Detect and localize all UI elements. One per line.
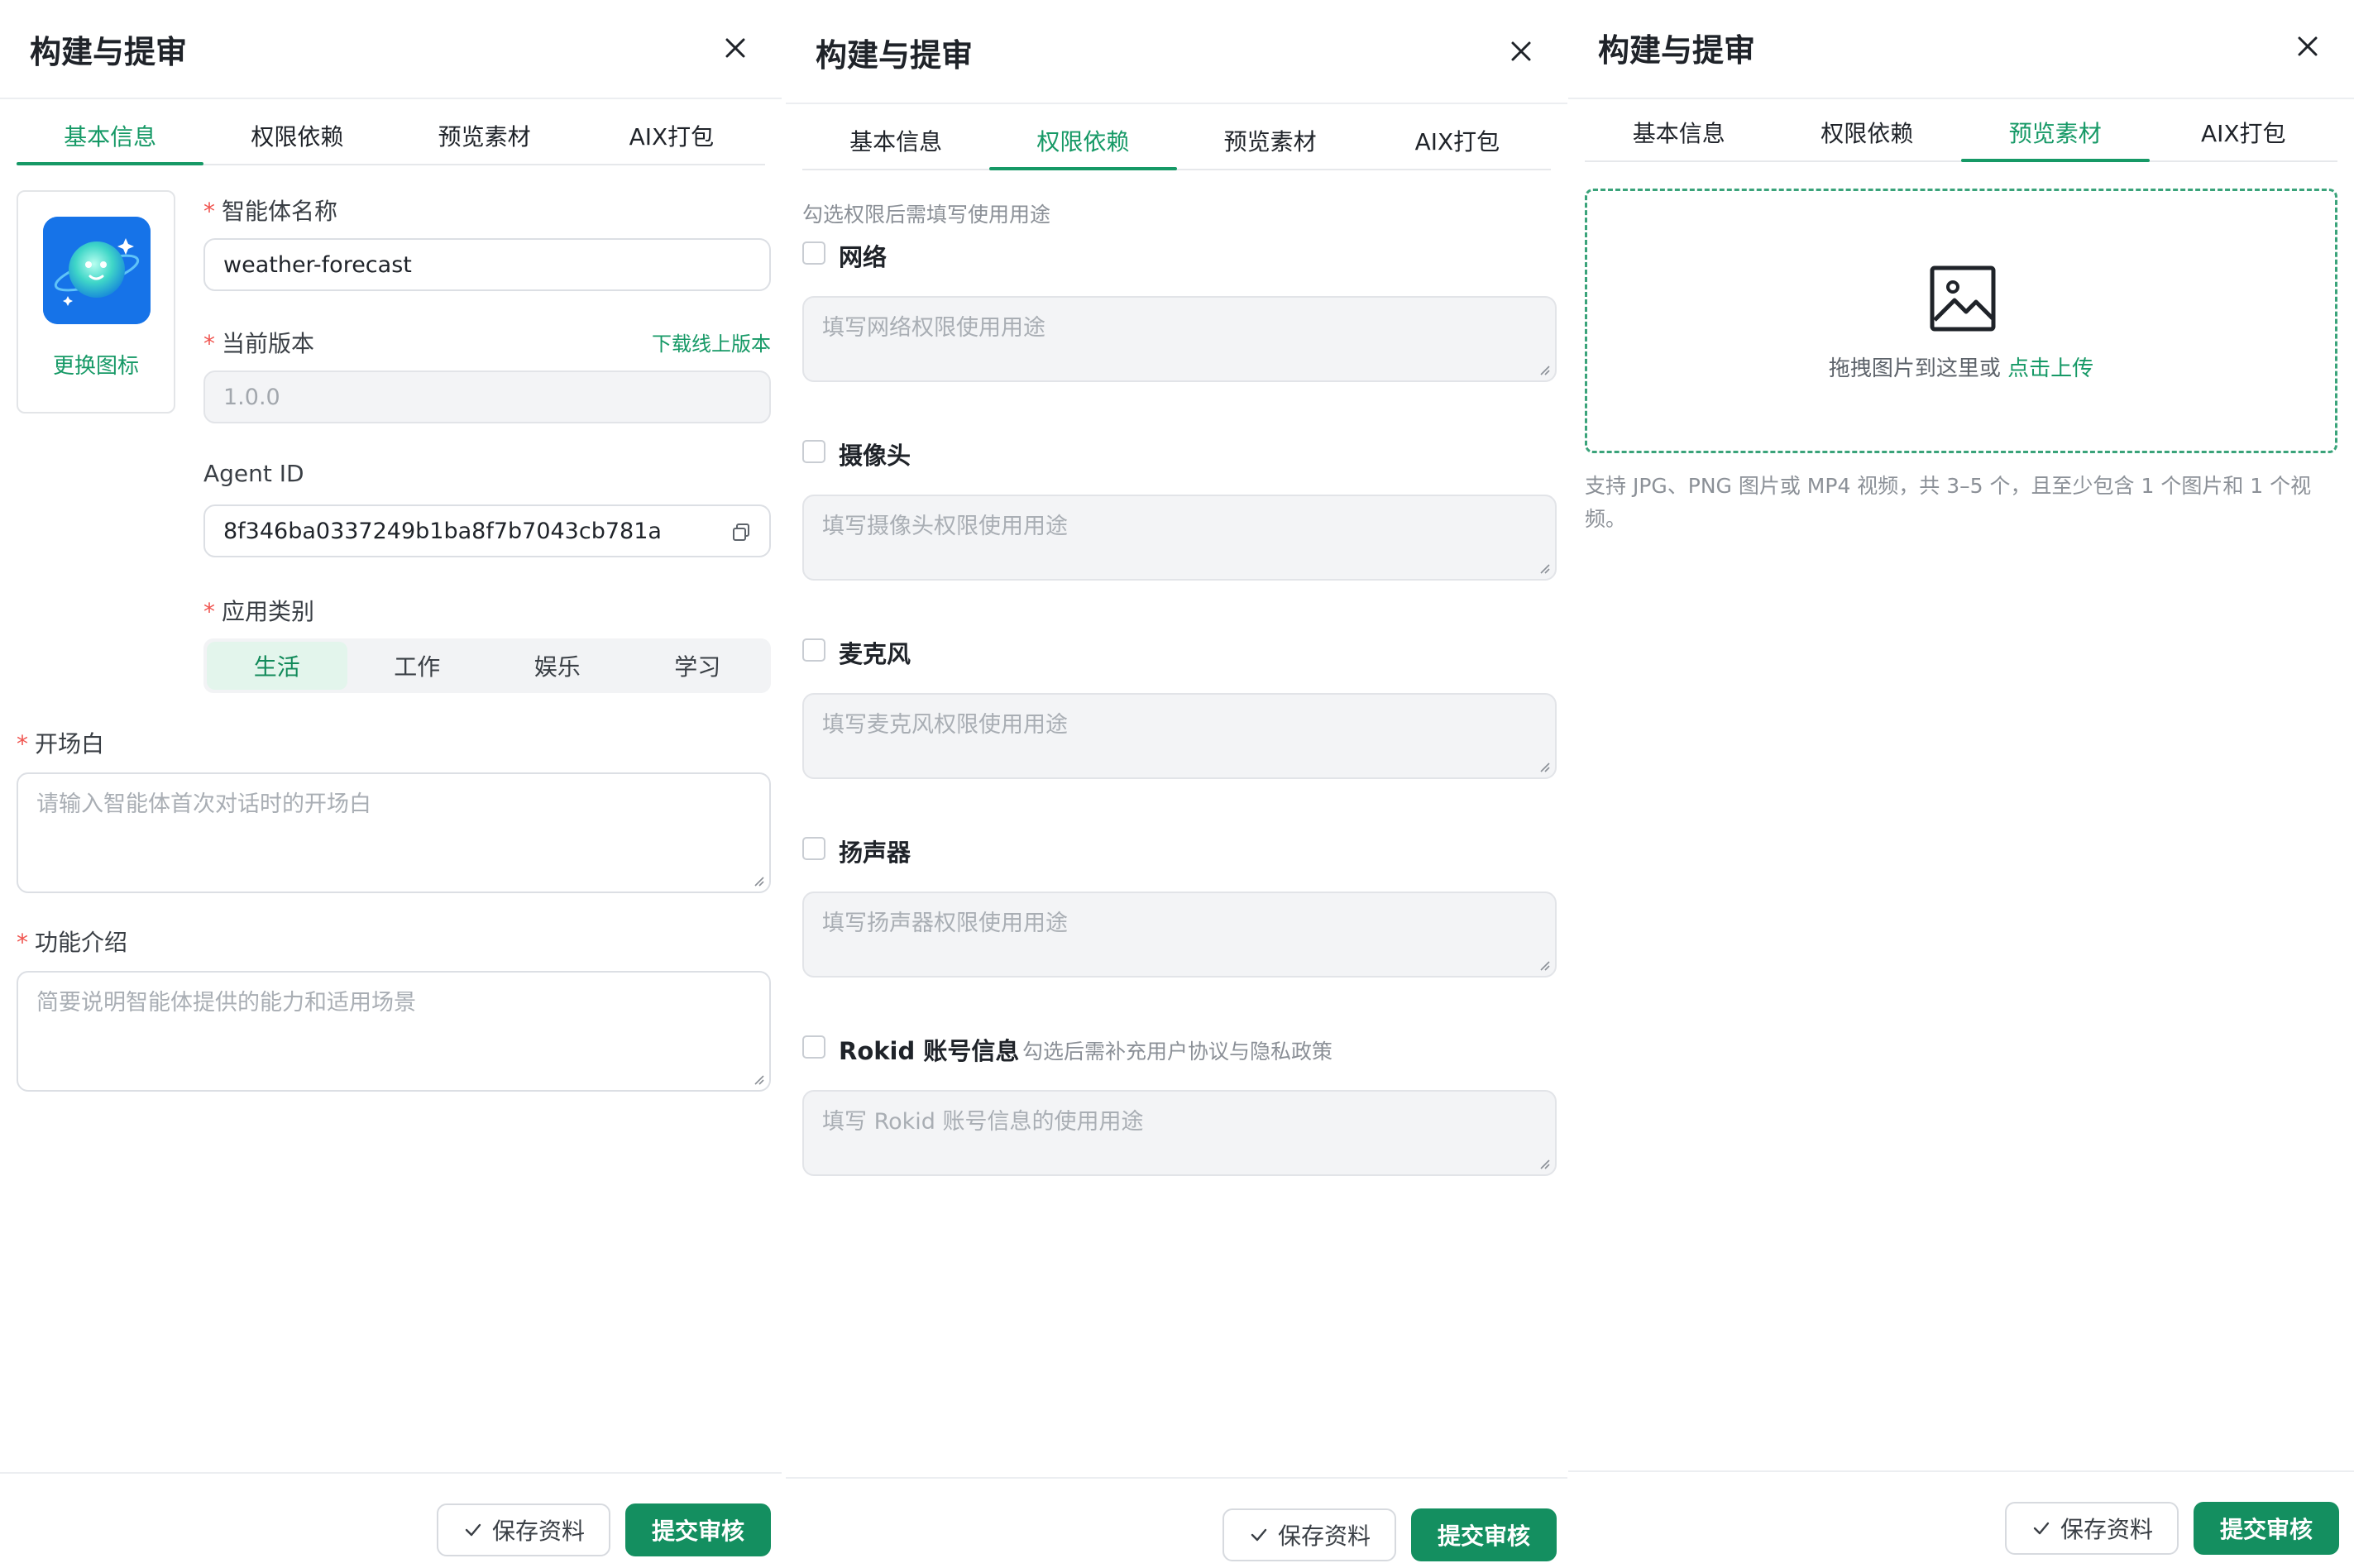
required-mark: *: [203, 198, 215, 225]
required-mark: *: [203, 330, 215, 357]
permission-usage-camera[interactable]: 填写摄像头权限使用用途: [802, 495, 1557, 581]
tab-bar: 基本信息 权限依赖 预览素材 AIX打包: [802, 112, 1551, 170]
media-upload-dropzone[interactable]: 拖拽图片到这里或 点击上传: [1585, 189, 2337, 453]
permissions-hint: 勾选权限后需填写使用用途: [802, 203, 1051, 227]
tab-permissions[interactable]: 权限依赖: [989, 112, 1177, 170]
permission-checkbox-camera[interactable]: [802, 440, 825, 463]
permission-usage-rokid-account[interactable]: 填写 Rokid 账号信息的使用用途: [802, 1090, 1557, 1176]
intro-textarea[interactable]: 简要说明智能体提供的能力和适用场景: [17, 971, 771, 1092]
tab-basic-info[interactable]: 基本信息: [17, 108, 204, 165]
resize-handle-icon[interactable]: [753, 875, 764, 887]
close-icon: [725, 38, 745, 58]
agent-avatar-icon: [43, 217, 151, 324]
tab-permissions[interactable]: 权限依赖: [1773, 104, 1962, 160]
permission-checkbox-microphone[interactable]: [802, 638, 825, 662]
panel-title: 构建与提审: [816, 37, 974, 74]
download-online-version-link[interactable]: 下载线上版本: [652, 327, 771, 356]
panel-preview-assets: 构建与提审 基本信息 权限依赖 预览素材 AIX打包 拖拽图片到这里或 点击上传…: [1568, 0, 2354, 1568]
panel-permissions: 构建与提审 基本信息 权限依赖 预览素材 AIX打包 勾选权限后需填写使用用途 …: [786, 0, 1567, 1568]
resize-handle-icon[interactable]: [1538, 562, 1550, 574]
copy-icon[interactable]: [730, 521, 753, 544]
close-button[interactable]: [719, 31, 752, 65]
category-option-entertainment[interactable]: 娱乐: [487, 642, 628, 690]
tab-basic-info[interactable]: 基本信息: [802, 112, 989, 169]
tab-aix-package[interactable]: AIX打包: [1364, 112, 1551, 169]
intro-label: * 功能介绍: [17, 929, 128, 956]
close-button[interactable]: [2291, 30, 2324, 63]
version-input: 1.0.0: [203, 370, 771, 423]
tab-preview-assets[interactable]: 预览素材: [391, 108, 578, 164]
tab-permissions[interactable]: 权限依赖: [203, 108, 390, 164]
panel-title: 构建与提审: [30, 34, 188, 70]
save-button[interactable]: 保存资料: [437, 1503, 610, 1556]
permission-label: 扬声器: [839, 839, 911, 867]
resize-handle-icon[interactable]: [1538, 1158, 1550, 1169]
save-button[interactable]: 保存资料: [2005, 1502, 2179, 1555]
click-upload-link[interactable]: 点击上传: [2007, 356, 2093, 381]
tab-bar: 基本信息 权限依赖 预览素材 AIX打包: [1585, 104, 2337, 162]
panel-footer: 保存资料 提交审核: [0, 1472, 782, 1568]
permission-checkbox-rokid-account[interactable]: [802, 1035, 825, 1059]
close-icon: [2298, 36, 2318, 56]
permission-usage-network[interactable]: 填写网络权限使用用途: [802, 296, 1557, 382]
permission-checkbox-speaker[interactable]: [802, 837, 825, 860]
panel-footer: 保存资料 提交审核: [786, 1477, 1567, 1568]
agent-id-field: 8f346ba0337249b1ba8f7b7043cb781a: [203, 504, 771, 557]
category-label: * 应用类别: [203, 598, 315, 625]
category-option-work[interactable]: 工作: [347, 642, 488, 690]
change-icon-link[interactable]: 更换图标: [18, 349, 174, 380]
permission-label: Rokid 账号信息: [839, 1037, 1020, 1065]
resize-handle-icon[interactable]: [1538, 959, 1550, 971]
upload-support-text: 支持 JPG、PNG 图片或 MP4 视频，共 3–5 个，且至少包含 1 个图…: [1585, 474, 2312, 531]
opening-textarea[interactable]: 请输入智能体首次对话时的开场白: [17, 772, 771, 893]
permission-label: 网络: [839, 243, 888, 271]
category-segmented-control: 生活 工作 娱乐 学习: [203, 638, 771, 693]
category-option-study[interactable]: 学习: [628, 642, 768, 690]
panel-footer: 保存资料 提交审核: [1568, 1470, 2354, 1568]
agent-id-label: Agent ID: [203, 460, 304, 487]
resize-handle-icon[interactable]: [753, 1073, 764, 1085]
permission-usage-microphone[interactable]: 填写麦克风权限使用用途: [802, 693, 1557, 779]
version-label: * 当前版本: [203, 330, 315, 357]
panel-basic-info: 构建与提审 基本信息 权限依赖 预览素材 AIX打包 更换图标 * 智能体名称 …: [0, 0, 782, 1568]
upload-instructions: 拖拽图片到这里或 点击上传: [1828, 356, 2094, 381]
image-icon: [1928, 264, 1998, 333]
tab-bar: 基本信息 权限依赖 预览素材 AIX打包: [17, 108, 765, 165]
panel-title: 构建与提审: [1598, 32, 1756, 69]
resize-handle-icon[interactable]: [1538, 364, 1550, 375]
check-icon: [465, 1523, 481, 1537]
submit-review-button[interactable]: 提交审核: [625, 1503, 771, 1556]
tab-aix-package[interactable]: AIX打包: [578, 108, 765, 164]
tab-aix-package[interactable]: AIX打包: [2150, 104, 2338, 160]
save-button[interactable]: 保存资料: [1222, 1508, 1396, 1561]
panel-header: 构建与提审: [1568, 0, 2354, 99]
permission-label: 摄像头: [839, 442, 911, 470]
close-icon: [1511, 41, 1531, 61]
agent-icon-card: 更换图标: [17, 190, 175, 414]
required-mark: *: [17, 929, 28, 956]
resize-handle-icon[interactable]: [1538, 761, 1550, 772]
close-button[interactable]: [1505, 35, 1538, 68]
tab-preview-assets[interactable]: 预览素材: [1961, 104, 2150, 162]
required-mark: *: [203, 598, 215, 625]
opening-label: * 开场白: [17, 730, 105, 758]
name-label: * 智能体名称: [203, 198, 338, 225]
permission-note: 勾选后需补充用户协议与隐私政策: [1022, 1040, 1333, 1064]
tab-basic-info[interactable]: 基本信息: [1585, 104, 1773, 160]
panel-header: 构建与提审: [786, 0, 1567, 104]
agent-name-input[interactable]: weather-forecast: [203, 238, 771, 291]
permission-label: 麦克风: [839, 640, 911, 668]
check-icon: [2033, 1522, 2050, 1535]
required-mark: *: [17, 730, 28, 758]
submit-review-button[interactable]: 提交审核: [2194, 1502, 2339, 1555]
submit-review-button[interactable]: 提交审核: [1411, 1508, 1557, 1561]
check-icon: [1251, 1528, 1267, 1542]
permission-usage-speaker[interactable]: 填写扬声器权限使用用途: [802, 892, 1557, 978]
panel-header: 构建与提审: [0, 0, 782, 99]
permission-checkbox-network[interactable]: [802, 241, 825, 265]
tab-preview-assets[interactable]: 预览素材: [1177, 112, 1364, 169]
category-option-life[interactable]: 生活: [207, 642, 347, 690]
